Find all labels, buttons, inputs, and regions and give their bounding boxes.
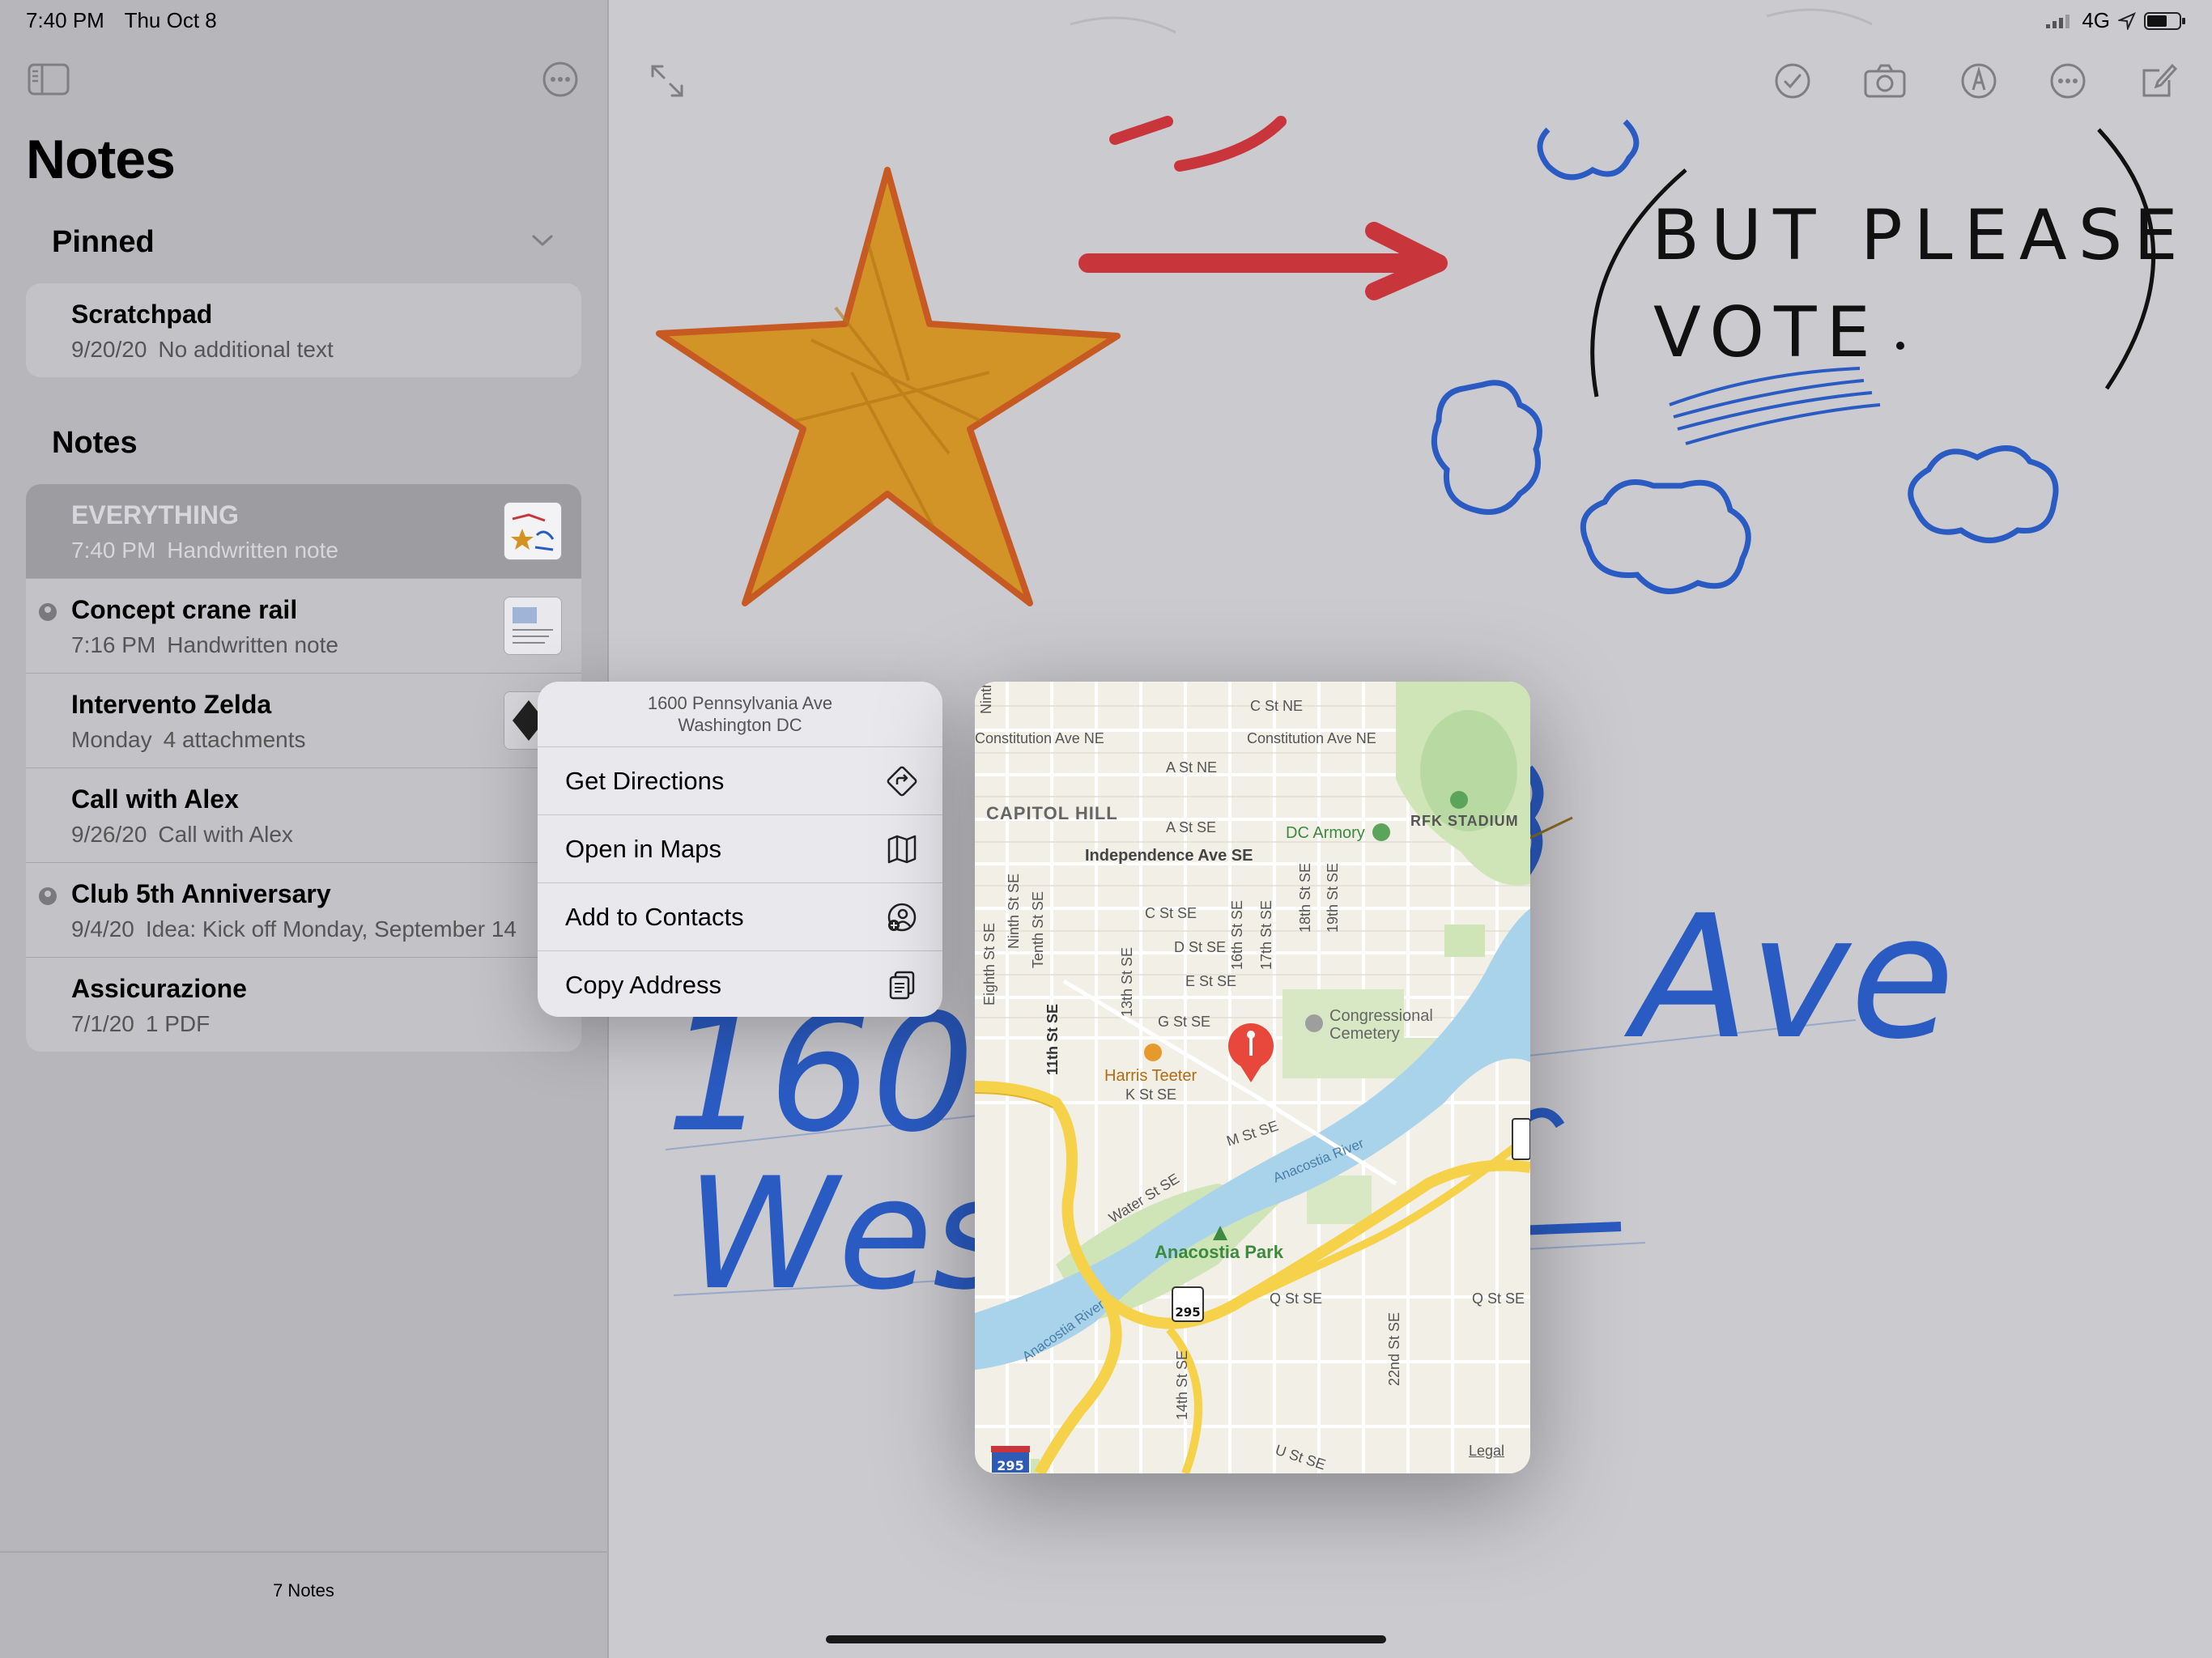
note-subtitle: 7:40 PM Handwritten note xyxy=(71,538,338,563)
expand-icon[interactable] xyxy=(643,57,691,105)
network-type: 4G xyxy=(2082,8,2110,32)
star-drawing xyxy=(656,167,1121,606)
note-thumbnail xyxy=(504,502,562,560)
menu-item-label: Add to Contacts xyxy=(565,902,744,931)
pinned-notes-card: Scratchpad 9/20/20 No additional text xyxy=(26,283,581,377)
note-row-assicurazione[interactable]: Assicurazione 7/1/20 1 PDF xyxy=(26,958,581,1052)
more-icon[interactable] xyxy=(2044,57,2092,105)
note-title: EVERYTHING xyxy=(71,500,239,529)
note-subtitle: 9/20/20 No additional text xyxy=(71,337,334,362)
shared-icon xyxy=(39,887,57,905)
note-subtitle: 7:16 PM Handwritten note xyxy=(71,632,338,657)
note-title: Intervento Zelda xyxy=(71,690,272,719)
note-row-concept-crane-rail[interactable]: Concept crane rail 7:16 PM Handwritten no… xyxy=(26,579,581,674)
add-contact-icon xyxy=(887,903,917,932)
address-context-menu: 1600 Pennsylvania Ave Washington DC Get … xyxy=(538,682,942,1017)
markup-pen-icon[interactable] xyxy=(1955,57,2003,105)
home-indicator[interactable] xyxy=(826,1635,1386,1643)
chevron-down-icon[interactable] xyxy=(530,232,555,249)
shared-icon xyxy=(39,603,57,621)
copy-icon xyxy=(889,971,915,1000)
signal-icon xyxy=(2046,14,2070,28)
map-preview[interactable]: 295 295 Ninth Constitution Ave NE Consti… xyxy=(975,682,1530,1473)
menu-item-label: Open in Maps xyxy=(565,834,721,863)
status-bar-right: 4G xyxy=(2046,8,2186,33)
more-options-icon[interactable] xyxy=(538,57,583,102)
note-title: Concept crane rail xyxy=(71,595,298,624)
note-row-everything[interactable]: EVERYTHING 7:40 PM Handwritten note xyxy=(26,484,581,579)
svg-text:Ave: Ave xyxy=(1623,878,1955,1077)
add-to-contacts-menu-item[interactable]: Add to Contacts xyxy=(538,883,942,951)
note-count: 7 Notes xyxy=(273,1580,334,1601)
note-subtitle: Monday 4 attachments xyxy=(71,727,306,752)
note-title: Club 5th Anniversary xyxy=(71,879,331,908)
map-graphic: 295 295 xyxy=(975,682,1530,1473)
address-line-1: 1600 Pennsylvania Ave xyxy=(647,693,833,713)
directions-icon xyxy=(887,766,917,797)
route-shield: 295 xyxy=(1172,1286,1204,1322)
svg-text:295: 295 xyxy=(1175,1305,1200,1320)
pinned-section-header[interactable]: Pinned xyxy=(52,225,155,260)
svg-text:295: 295 xyxy=(997,1458,1023,1473)
note-title: Assicurazione xyxy=(71,974,247,1003)
copy-address-menu-item[interactable]: Copy Address xyxy=(538,951,942,1017)
checklist-icon[interactable] xyxy=(1768,57,1817,105)
menu-item-label: Copy Address xyxy=(565,970,721,999)
interstate-shield: 295 xyxy=(990,1446,1031,1473)
notes-list-card: EVERYTHING 7:40 PM Handwritten note Conce… xyxy=(26,484,581,1052)
location-icon xyxy=(2118,11,2136,30)
menu-address-header: 1600 Pennsylvania Ave Washington DC xyxy=(538,682,942,747)
note-row-call-with-alex[interactable]: Call with Alex 9/26/20 Call with Alex xyxy=(26,768,581,863)
note-thumbnail xyxy=(504,597,562,655)
note-row-club-5th-anniversary[interactable]: Club 5th Anniversary 9/4/20 Idea: Kick of… xyxy=(26,863,581,958)
sidebar-footer-divider xyxy=(0,1551,607,1553)
note-row-scratchpad[interactable]: Scratchpad 9/20/20 No additional text xyxy=(26,283,581,377)
map-legal-link[interactable]: Legal xyxy=(1469,1443,1504,1460)
status-date: Thu Oct 8 xyxy=(124,8,217,32)
note-subtitle: 7/1/20 1 PDF xyxy=(71,1011,211,1036)
compose-icon[interactable] xyxy=(2134,57,2183,105)
status-time: 7:40 PM xyxy=(26,8,104,32)
svg-text:VOTE: VOTE xyxy=(1653,292,1880,373)
battery-icon xyxy=(2144,11,2185,30)
address-line-2: Washington DC xyxy=(678,715,802,735)
map-icon xyxy=(887,835,917,864)
sidebar-title: Notes xyxy=(26,129,176,190)
camera-icon[interactable] xyxy=(1861,57,1909,105)
note-subtitle: 9/26/20 Call with Alex xyxy=(71,822,293,847)
get-directions-menu-item[interactable]: Get Directions xyxy=(538,747,942,815)
status-bar-left: 7:40 PM Thu Oct 8 xyxy=(26,8,232,33)
note-subtitle: 9/4/20 Idea: Kick off Monday, September 1… xyxy=(71,916,517,942)
menu-item-label: Get Directions xyxy=(565,766,725,795)
notes-section-header: Notes xyxy=(52,426,138,460)
note-title: Scratchpad xyxy=(71,300,213,329)
svg-text:BUT PLEASE: BUT PLEASE xyxy=(1652,195,2189,276)
note-title: Call with Alex xyxy=(71,784,239,814)
sidebar-toggle-icon[interactable] xyxy=(26,57,71,102)
note-row-intervento-zelda[interactable]: Intervento Zelda Monday 4 attachments xyxy=(26,674,581,768)
open-in-maps-menu-item[interactable]: Open in Maps xyxy=(538,815,942,883)
notes-sidebar: 7:40 PM Thu Oct 8 Notes Pinned Scratchpa… xyxy=(0,0,609,1658)
